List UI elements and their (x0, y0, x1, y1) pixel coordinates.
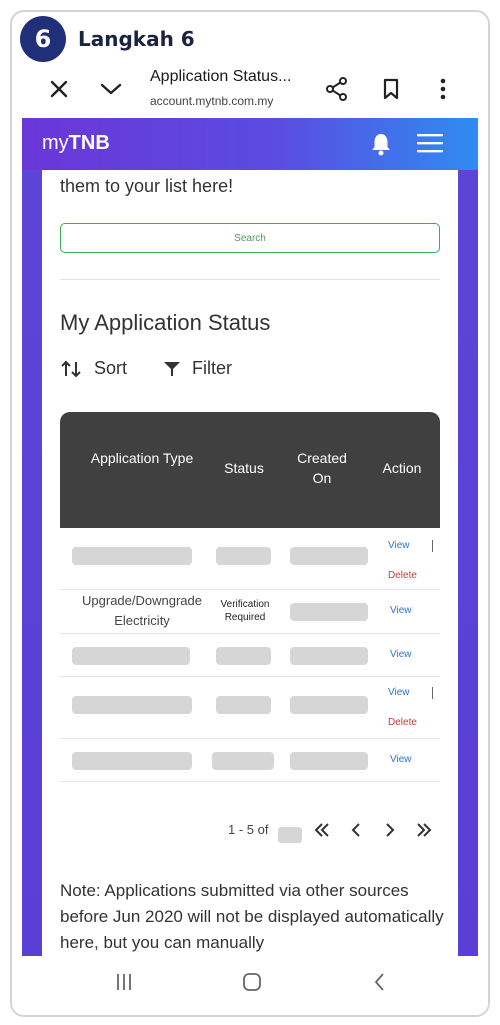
mytnb-logo[interactable]: myTNB (42, 132, 110, 155)
page-title[interactable]: Application Status... (150, 68, 291, 86)
loading-placeholder (290, 603, 368, 621)
browser-toolbar: Application Status... account.mytnb.com.… (12, 64, 488, 120)
delete-link[interactable]: Delete (388, 717, 417, 728)
instruction-card: 6 Langkah 6 Application Status... accoun… (10, 10, 490, 1017)
note-text: Note: Applications submitted via other s… (60, 881, 444, 952)
action-separator (432, 687, 433, 699)
close-icon[interactable] (46, 76, 72, 102)
table-header: Application Type Status Created On Actio… (60, 412, 440, 528)
loading-placeholder (290, 696, 368, 714)
loading-placeholder (290, 647, 368, 665)
table-row: View Delete (60, 528, 440, 590)
loading-placeholder (72, 547, 192, 565)
share-icon[interactable] (324, 76, 350, 102)
section-title: My Application Status (60, 310, 271, 335)
bookmark-icon[interactable] (378, 76, 404, 102)
last-page-icon[interactable] (414, 820, 434, 840)
search-button[interactable]: Search (60, 223, 440, 253)
bell-icon[interactable] (370, 132, 392, 156)
step-title: Langkah 6 (78, 27, 195, 51)
table-row: View (60, 634, 440, 677)
column-header-action: Action (382, 460, 422, 476)
loading-placeholder (216, 547, 271, 565)
column-header-status: Status (224, 460, 264, 476)
recent-apps-icon[interactable] (112, 970, 136, 994)
column-header-application-type: Application Type (90, 450, 194, 466)
intro-text: them to your list here! (60, 176, 234, 196)
home-icon[interactable] (240, 970, 264, 994)
status-cell: Verification Required (220, 599, 270, 623)
delete-link[interactable]: Delete (388, 570, 417, 581)
back-icon[interactable] (368, 970, 392, 994)
content-panel: them to your list here! Search My Applic… (42, 170, 458, 956)
filter-label: Filter (192, 358, 232, 378)
application-type-cell: Upgrade/Downgrade Electricity (82, 593, 202, 628)
previous-page-icon[interactable] (348, 820, 364, 840)
website-viewport: myTNB them to your list here! Search My … (22, 118, 478, 956)
loading-placeholder (290, 752, 368, 770)
filter-button[interactable]: Filter (162, 358, 232, 379)
column-header-created-on: Created On (297, 450, 347, 486)
url-domain[interactable]: account.mytnb.com.my (150, 94, 273, 108)
next-page-icon[interactable] (382, 820, 398, 840)
filter-icon (164, 361, 180, 376)
site-navbar: myTNB (22, 118, 478, 170)
loading-placeholder (212, 752, 274, 770)
step-number-badge: 6 (20, 16, 66, 62)
sort-icon (61, 360, 81, 377)
loading-placeholder (72, 647, 190, 665)
view-link[interactable]: View (390, 649, 412, 660)
view-link[interactable]: View (388, 540, 410, 551)
step-header: 6 Langkah 6 (20, 16, 195, 62)
sort-button[interactable]: Sort (60, 358, 127, 379)
action-separator (432, 540, 433, 552)
table-row: View (60, 739, 440, 782)
loading-placeholder (72, 696, 192, 714)
table-row: Upgrade/Downgrade Electricity Verificati… (60, 590, 440, 634)
pagination-range: 1 - 5 of (228, 822, 269, 837)
table-row: View Delete (60, 677, 440, 739)
chevron-down-icon[interactable] (98, 76, 124, 102)
sort-label: Sort (94, 358, 128, 378)
hamburger-menu-icon[interactable] (416, 132, 444, 154)
view-link[interactable]: View (388, 687, 410, 698)
loading-placeholder (72, 752, 192, 770)
loading-placeholder (290, 547, 368, 565)
loading-placeholder (216, 696, 271, 714)
more-vert-icon[interactable] (430, 76, 456, 102)
view-link[interactable]: View (390, 605, 412, 616)
view-link[interactable]: View (390, 754, 412, 765)
system-navigation-bar (12, 956, 488, 1015)
loading-placeholder (216, 647, 271, 665)
first-page-icon[interactable] (312, 820, 332, 840)
pagination-total-placeholder (278, 827, 302, 843)
divider (60, 279, 440, 280)
